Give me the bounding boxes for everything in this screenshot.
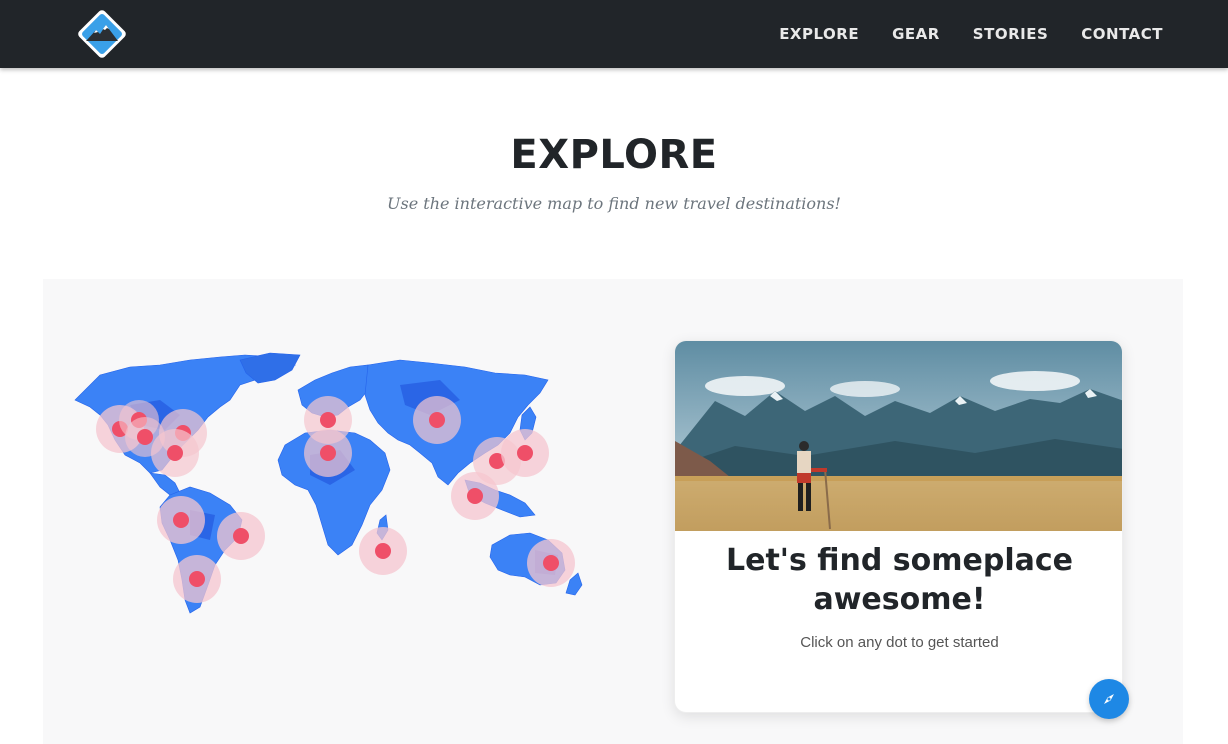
nav-link-stories[interactable]: STORIES: [973, 25, 1048, 43]
nav-link-explore[interactable]: EXPLORE: [779, 25, 859, 43]
compass-icon: [1104, 694, 1114, 704]
nav-link-gear[interactable]: GEAR: [892, 25, 940, 43]
card-instruction: Click on any dot to get started: [800, 634, 999, 651]
map-dot[interactable]: [413, 396, 461, 444]
map-dot[interactable]: [501, 429, 549, 477]
interactive-world-map: [74, 352, 583, 614]
mountain-logo-icon[interactable]: [74, 6, 130, 62]
map-dot[interactable]: [451, 472, 499, 520]
main-nav: EXPLORE GEAR STORIES CONTACT: [779, 0, 1163, 68]
mountain-hiker-image: [675, 341, 1122, 531]
page-title: EXPLORE: [510, 132, 718, 178]
map-dot[interactable]: [217, 512, 265, 560]
map-dot[interactable]: [157, 496, 205, 544]
page-subtitle: Use the interactive map to find new trav…: [387, 194, 841, 213]
map-dot[interactable]: [304, 429, 352, 477]
nav-link-contact[interactable]: CONTACT: [1081, 25, 1163, 43]
map-dot[interactable]: [151, 429, 199, 477]
destination-card: Let's find someplace awesome! Click on a…: [674, 340, 1123, 713]
compass-button[interactable]: [1089, 679, 1129, 719]
top-navbar: EXPLORE GEAR STORIES CONTACT: [0, 0, 1228, 68]
map-dot[interactable]: [173, 555, 221, 603]
map-dot[interactable]: [359, 527, 407, 575]
map-dot[interactable]: [527, 539, 575, 587]
card-title: Let's find someplace awesome!: [725, 543, 1073, 617]
